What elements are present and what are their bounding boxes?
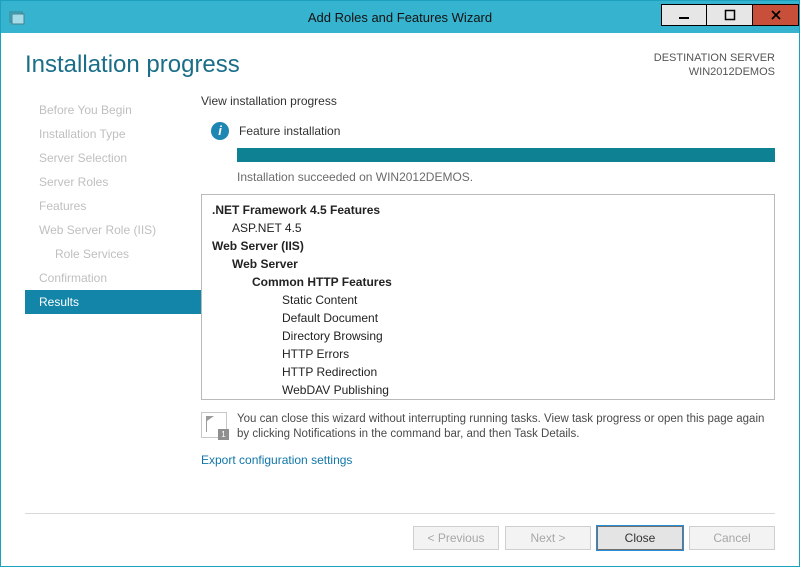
- feature-item: HTTP Errors: [212, 345, 772, 363]
- info-icon: i: [211, 122, 229, 140]
- minimize-button[interactable]: [661, 4, 707, 26]
- wizard-step-web-server-role-iis: Web Server Role (IIS): [25, 218, 201, 242]
- wizard-window: Add Roles and Features Wizard Installati…: [0, 0, 800, 567]
- maximize-button[interactable]: [707, 4, 753, 26]
- wizard-step-server-selection: Server Selection: [25, 146, 201, 170]
- destination-server-info: DESTINATION SERVER WIN2012DEMOS: [654, 51, 775, 80]
- feature-item: Common HTTP Features: [212, 273, 772, 291]
- progress-bar: [237, 148, 775, 162]
- feature-item: Static Content: [212, 291, 772, 309]
- wizard-step-before-you-begin: Before You Begin: [25, 98, 201, 122]
- notifications-icon: 1: [201, 412, 227, 438]
- pane-heading: View installation progress: [201, 94, 775, 108]
- wizard-step-server-roles: Server Roles: [25, 170, 201, 194]
- status-text: Feature installation: [239, 124, 340, 138]
- next-button[interactable]: Next >: [505, 526, 591, 550]
- cancel-button[interactable]: Cancel: [689, 526, 775, 550]
- status-message: Installation succeeded on WIN2012DEMOS.: [237, 170, 775, 184]
- feature-item: Default Document: [212, 309, 772, 327]
- titlebar[interactable]: Add Roles and Features Wizard: [1, 1, 799, 33]
- feature-item: .NET Framework 4.5 Features: [212, 201, 772, 219]
- main: Before You BeginInstallation TypeServer …: [25, 94, 775, 499]
- feature-item: WebDAV Publishing: [212, 381, 772, 399]
- export-config-link[interactable]: Export configuration settings: [201, 453, 775, 467]
- feature-item: HTTP Redirection: [212, 363, 772, 381]
- wizard-step-confirmation: Confirmation: [25, 266, 201, 290]
- notifications-badge: 1: [218, 429, 229, 440]
- results-pane: View installation progress i Feature ins…: [201, 94, 775, 499]
- content-area: Installation progress DESTINATION SERVER…: [1, 33, 799, 566]
- close-button[interactable]: Close: [597, 526, 683, 550]
- previous-button[interactable]: < Previous: [413, 526, 499, 550]
- wizard-steps: Before You BeginInstallation TypeServer …: [25, 94, 201, 499]
- feature-item: Web Server: [212, 255, 772, 273]
- destination-label: DESTINATION SERVER: [654, 51, 775, 65]
- wizard-step-installation-type: Installation Type: [25, 122, 201, 146]
- status-row: i Feature installation: [201, 122, 775, 140]
- wizard-step-features: Features: [25, 194, 201, 218]
- feature-item: ASP.NET 4.5: [212, 219, 772, 237]
- header: Installation progress DESTINATION SERVER…: [25, 51, 775, 80]
- note-row: 1 You can close this wizard without inte…: [201, 412, 775, 443]
- app-icon: [9, 9, 25, 25]
- destination-server: WIN2012DEMOS: [654, 65, 775, 79]
- footer-buttons: < Previous Next > Close Cancel: [25, 513, 775, 550]
- page-title: Installation progress: [25, 51, 240, 79]
- wizard-step-role-services: Role Services: [25, 242, 201, 266]
- window-controls: [661, 9, 799, 26]
- note-text: You can close this wizard without interr…: [237, 412, 775, 443]
- installed-features-list[interactable]: .NET Framework 4.5 FeaturesASP.NET 4.5We…: [201, 194, 775, 400]
- feature-item: Directory Browsing: [212, 327, 772, 345]
- window-close-button[interactable]: [753, 4, 799, 26]
- wizard-step-results: Results: [25, 290, 201, 314]
- feature-item: Web Server (IIS): [212, 237, 772, 255]
